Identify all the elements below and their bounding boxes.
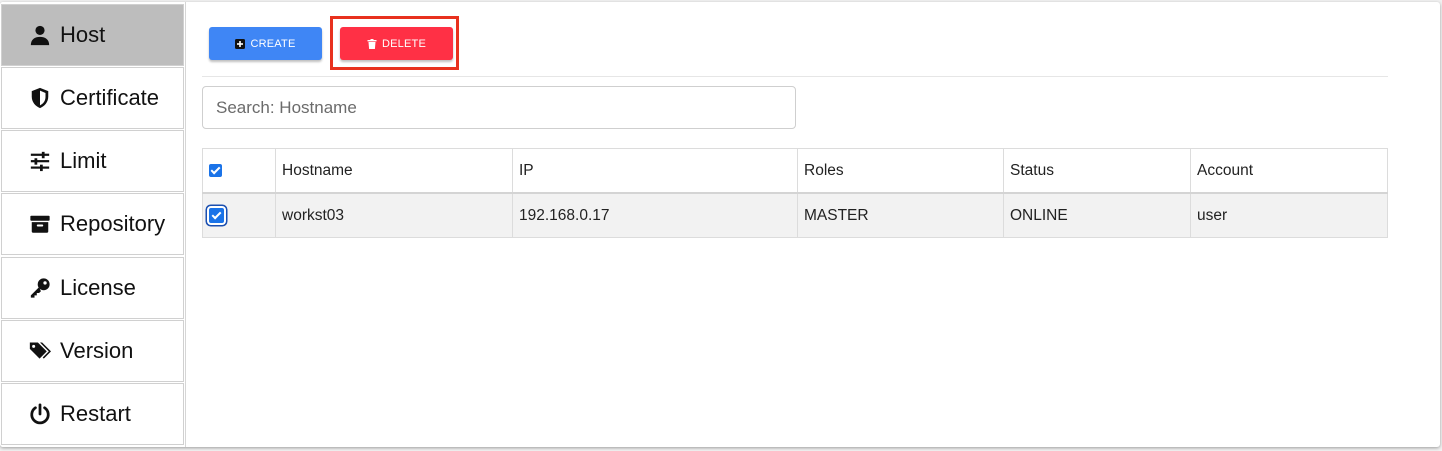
header-ip[interactable]: IP — [512, 148, 798, 194]
sidebar-item-license[interactable]: License — [1, 257, 184, 319]
sidebar-item-label: Certificate — [60, 85, 160, 110]
create-button-label: CREATE — [250, 37, 296, 50]
toolbar-divider — [202, 76, 1388, 77]
sidebar-item-label: Version — [60, 338, 134, 363]
sidebar-item-label: Host — [60, 22, 106, 47]
key-icon — [29, 277, 51, 299]
select-all-cell — [202, 148, 276, 194]
cell-account: user — [1190, 192, 1388, 238]
trash-icon — [367, 38, 377, 49]
table-header-row: Hostname IP Roles Status Account — [202, 148, 1388, 194]
sidebar-item-repository[interactable]: Repository — [1, 193, 184, 255]
sidebar-item-restart[interactable]: Restart — [1, 383, 184, 445]
row-select-cell — [202, 192, 276, 238]
select-all-checkbox[interactable] — [209, 163, 222, 177]
sidebar-item-version[interactable]: Version — [1, 320, 184, 382]
plus-square-icon — [235, 38, 246, 49]
create-button[interactable]: CREATE — [209, 27, 322, 60]
sidebar-item-label: Repository — [60, 211, 166, 236]
sidebar-item-certificate[interactable]: Certificate — [1, 67, 184, 129]
header-hostname[interactable]: Hostname — [275, 148, 513, 194]
shield-icon — [29, 87, 51, 109]
app-window: Host Certificate Limit Repository Licens… — [0, 2, 1440, 447]
tags-icon — [29, 340, 51, 362]
sidebar: Host Certificate Limit Repository Licens… — [0, 2, 186, 447]
sidebar-item-label: Limit — [60, 148, 107, 173]
sidebar-item-label: Restart — [60, 401, 131, 426]
power-icon — [29, 403, 51, 425]
search-input[interactable] — [202, 86, 796, 129]
cell-roles: MASTER — [797, 192, 1004, 238]
header-roles[interactable]: Roles — [797, 148, 1004, 194]
host-table: Hostname IP Roles Status Account workst0… — [202, 148, 1388, 238]
cell-ip: 192.168.0.17 — [512, 192, 798, 238]
sidebar-item-host[interactable]: Host — [1, 4, 184, 66]
archive-icon — [29, 213, 51, 235]
sliders-icon — [29, 150, 51, 172]
cell-hostname: workst03 — [275, 192, 513, 238]
cell-status: ONLINE — [1003, 192, 1191, 238]
header-status[interactable]: Status — [1003, 148, 1191, 194]
row-checkbox[interactable] — [209, 207, 224, 223]
header-account[interactable]: Account — [1190, 148, 1388, 194]
sidebar-item-limit[interactable]: Limit — [1, 130, 184, 192]
table-row[interactable]: workst03 192.168.0.17 MASTER ONLINE user — [202, 192, 1388, 238]
user-icon — [29, 24, 51, 46]
delete-button[interactable]: DELETE — [340, 27, 453, 60]
sidebar-item-label: License — [60, 275, 136, 300]
delete-button-label: DELETE — [382, 37, 426, 50]
